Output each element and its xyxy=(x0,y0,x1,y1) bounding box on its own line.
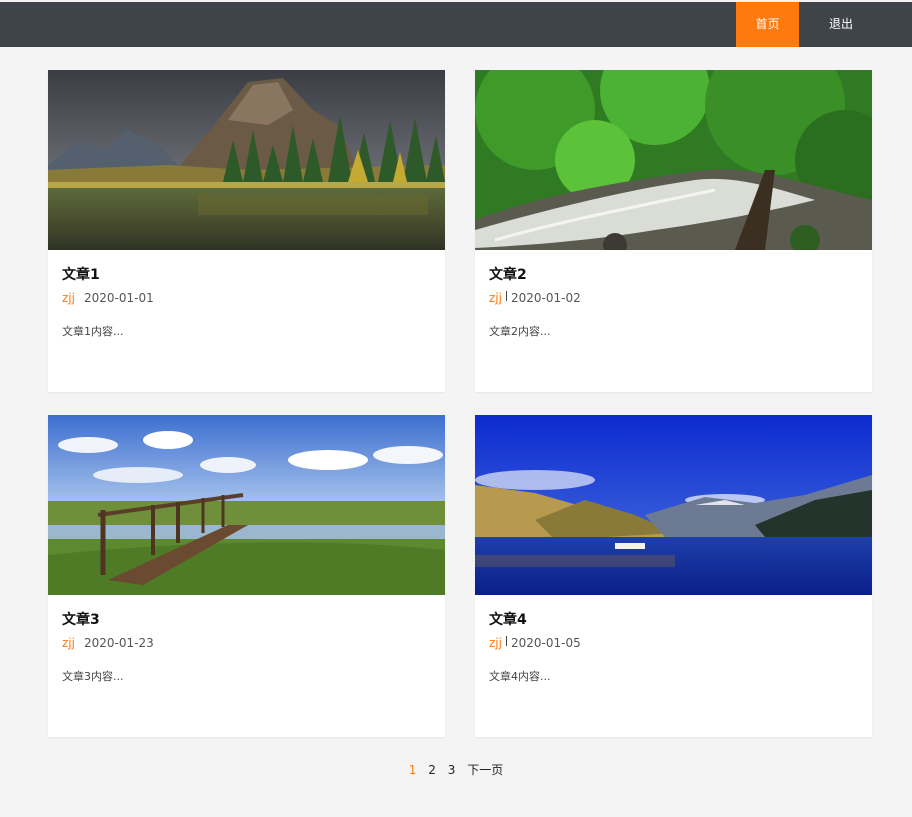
article-date: 2020-01-05 xyxy=(511,636,581,650)
article-author: zjj xyxy=(489,291,502,305)
top-navbar: 首页 退出 xyxy=(0,0,912,47)
article-title[interactable]: 文章3 xyxy=(62,609,100,629)
article-author: zjj xyxy=(489,636,502,650)
meta-divider xyxy=(506,636,507,646)
article-card[interactable]: 文章3 zjj 2020-01-23 文章3内容... xyxy=(48,415,445,737)
article-card[interactable]: 文章4 zjj 2020-01-05 文章4内容... xyxy=(475,415,872,737)
page-link-1[interactable]: 1 xyxy=(409,763,417,777)
article-card[interactable]: 文章1 zjj 2020-01-01 文章1内容... xyxy=(48,70,445,392)
article-title[interactable]: 文章4 xyxy=(489,609,527,629)
next-page-link[interactable]: 下一页 xyxy=(467,761,503,778)
article-thumbnail[interactable] xyxy=(475,70,872,250)
article-date: 2020-01-23 xyxy=(84,636,154,650)
article-title[interactable]: 文章1 xyxy=(62,264,100,284)
page-link-3[interactable]: 3 xyxy=(448,763,456,777)
article-card[interactable]: 文章2 zjj 2020-01-02 文章2内容... xyxy=(475,70,872,392)
article-author: zjj xyxy=(62,291,75,305)
article-thumbnail[interactable] xyxy=(48,70,445,250)
article-author: zjj xyxy=(62,636,75,650)
nav-logout-button[interactable]: 退出 xyxy=(799,2,883,47)
pagination: 1 2 3 下一页 xyxy=(0,761,912,778)
article-thumbnail[interactable] xyxy=(475,415,872,595)
meta-divider xyxy=(506,291,507,301)
nav-home-button[interactable]: 首页 xyxy=(736,2,799,47)
article-excerpt: 文章4内容... xyxy=(489,670,551,683)
article-title[interactable]: 文章2 xyxy=(489,264,527,284)
article-date: 2020-01-01 xyxy=(84,291,154,305)
article-excerpt: 文章3内容... xyxy=(62,670,124,683)
article-thumbnail[interactable] xyxy=(48,415,445,595)
article-date: 2020-01-02 xyxy=(511,291,581,305)
article-excerpt: 文章2内容... xyxy=(489,325,551,338)
article-excerpt: 文章1内容... xyxy=(62,325,124,338)
page-link-2[interactable]: 2 xyxy=(428,763,436,777)
